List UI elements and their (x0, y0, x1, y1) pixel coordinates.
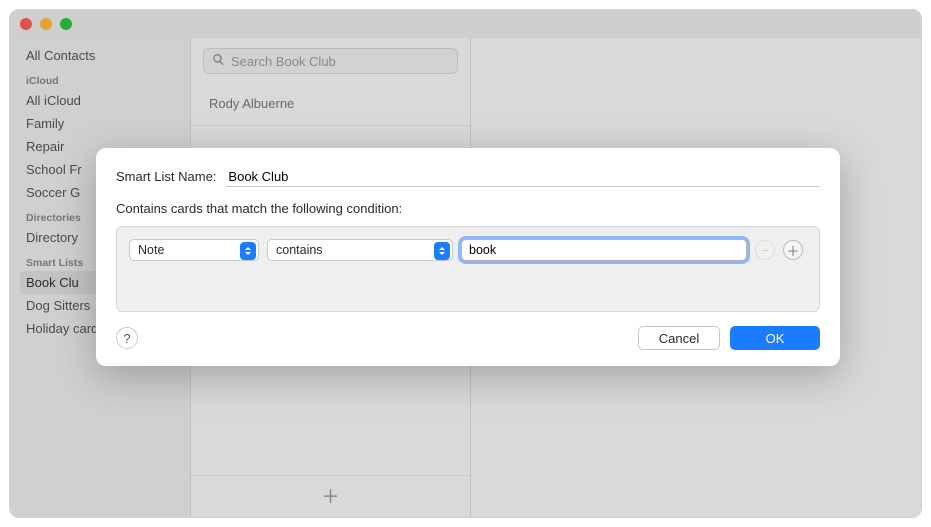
field-select[interactable]: Note (129, 239, 259, 261)
sheet-footer: ? Cancel OK (116, 326, 820, 350)
chevron-updown-icon (240, 242, 256, 260)
chevron-updown-icon (434, 242, 450, 260)
condition-row: Note contains − ＋ (129, 239, 807, 261)
name-label: Smart List Name: (116, 169, 216, 184)
condition-value-input[interactable] (461, 239, 747, 261)
operator-select-value: contains (276, 243, 323, 257)
remove-condition-button: − (755, 240, 775, 260)
condition-description: Contains cards that match the following … (116, 201, 820, 216)
operator-select[interactable]: contains (267, 239, 453, 261)
help-button[interactable]: ? (116, 327, 138, 349)
smart-list-sheet: Smart List Name: Contains cards that mat… (96, 148, 840, 366)
plus-icon: ＋ (786, 241, 799, 260)
smart-list-name-input[interactable] (226, 166, 820, 187)
ok-button[interactable]: OK (730, 326, 820, 350)
field-select-value: Note (138, 243, 164, 257)
add-condition-button[interactable]: ＋ (783, 240, 803, 260)
condition-container: Note contains − ＋ (116, 226, 820, 312)
cancel-button[interactable]: Cancel (638, 326, 720, 350)
minus-icon: − (761, 243, 769, 258)
